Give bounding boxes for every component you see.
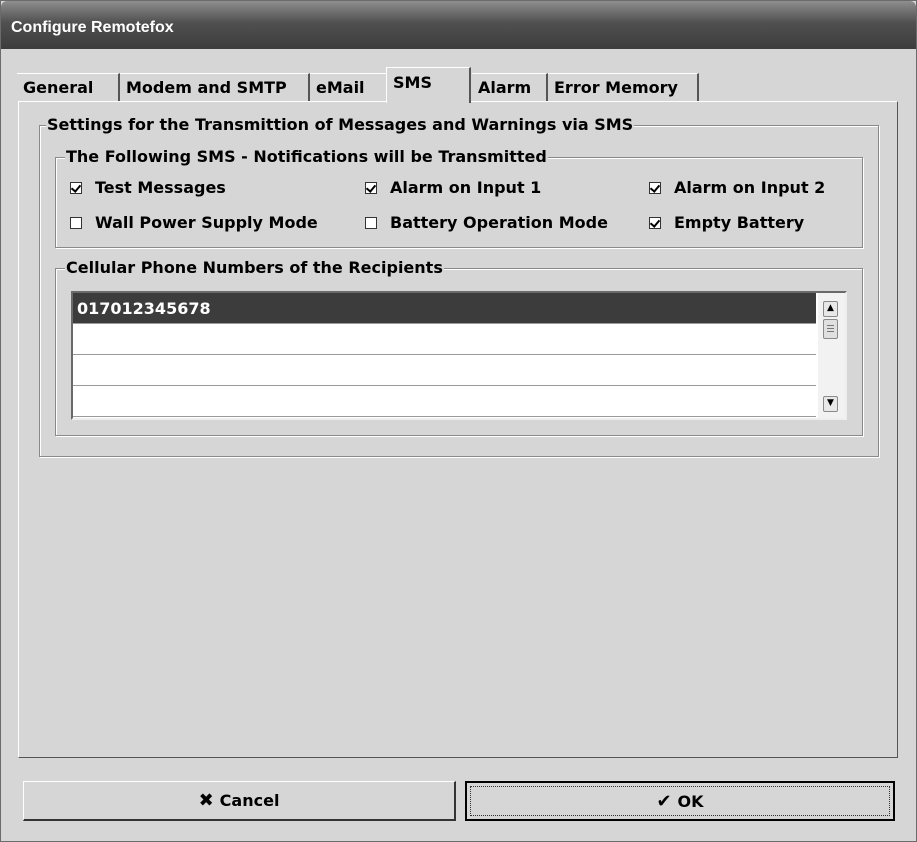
- checkbox-label: Test Messages: [95, 178, 226, 197]
- checkbox-empty-battery[interactable]: Empty Battery: [649, 213, 804, 232]
- checkbox-unchecked-icon: [70, 216, 82, 229]
- scroll-thumb[interactable]: [823, 319, 838, 339]
- scroll-up-icon[interactable]: ▲: [823, 301, 838, 317]
- recipients-group-label: Cellular Phone Numbers of the Recipients: [65, 258, 444, 277]
- checkbox-label: Wall Power Supply Mode: [95, 213, 318, 232]
- tab-error-memory[interactable]: Error Memory: [548, 73, 699, 101]
- tab-general[interactable]: General: [17, 73, 120, 101]
- vertical-scrollbar[interactable]: ▲ ▼: [818, 293, 845, 418]
- checkbox-battery-operation-mode[interactable]: Battery Operation Mode: [365, 213, 608, 232]
- title-bar[interactable]: Configure Remotefox: [1, 1, 916, 49]
- checkbox-label: Alarm on Input 2: [674, 178, 826, 197]
- recipient-row[interactable]: [73, 386, 816, 417]
- ok-button[interactable]: ✔ OK: [465, 781, 895, 821]
- recipient-row[interactable]: [73, 324, 816, 355]
- checkbox-test-messages[interactable]: Test Messages: [70, 178, 226, 197]
- cancel-button[interactable]: ✖ Cancel: [23, 781, 456, 821]
- notifications-group-label: The Following SMS - Notifications will b…: [65, 147, 548, 166]
- tab-email[interactable]: eMail: [310, 73, 386, 101]
- tab-alarm[interactable]: Alarm: [472, 73, 548, 101]
- sms-settings-group-label: Settings for the Transmittion of Message…: [46, 115, 635, 134]
- checkbox-checked-icon: [649, 216, 661, 229]
- checkbox-checked-icon: [365, 181, 377, 194]
- checkbox-alarm-input-2[interactable]: Alarm on Input 2: [649, 178, 825, 197]
- checkbox-unchecked-icon: [365, 216, 377, 229]
- window-title: Configure Remotefox: [11, 19, 174, 36]
- checkbox-checked-icon: [70, 181, 82, 194]
- recipient-row[interactable]: [73, 355, 816, 386]
- checkbox-label: Alarm on Input 1: [390, 178, 542, 197]
- tab-sms[interactable]: SMS: [386, 67, 471, 103]
- checkbox-alarm-input-1[interactable]: Alarm on Input 1: [365, 178, 541, 197]
- tab-modem-and-smtp[interactable]: Modem and SMTP: [120, 73, 310, 101]
- recipients-list[interactable]: 017012345678 ▲ ▼: [71, 291, 847, 420]
- notifications-group: The Following SMS - Notifications will b…: [55, 147, 863, 248]
- cancel-button-label: Cancel: [219, 791, 280, 810]
- x-mark-icon: ✖: [198, 790, 214, 811]
- focus-rectangle: [470, 786, 890, 816]
- recipient-row[interactable]: 017012345678: [73, 293, 816, 324]
- checkbox-label: Empty Battery: [674, 213, 805, 232]
- checkbox-wall-power-supply-mode[interactable]: Wall Power Supply Mode: [70, 213, 318, 232]
- scroll-down-icon[interactable]: ▼: [823, 396, 838, 412]
- checkbox-checked-icon: [649, 181, 661, 194]
- checkbox-label: Battery Operation Mode: [390, 213, 608, 232]
